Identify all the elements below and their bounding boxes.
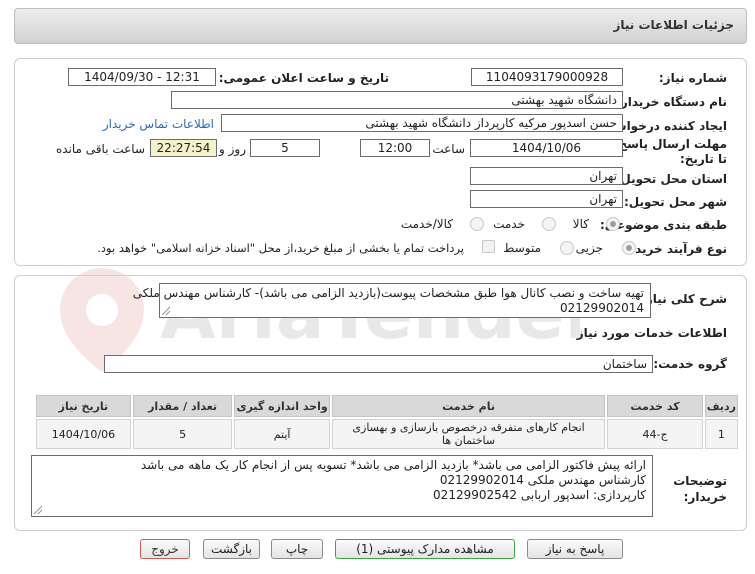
cell-code: ج-44 xyxy=(607,419,703,449)
province-label: استان محل تحویل: xyxy=(615,172,727,186)
buyer-org-label: نام دستگاه خریدار: xyxy=(616,95,727,109)
description-line-2: 02129902014 xyxy=(560,301,644,315)
col-qty: تعداد / مقدار xyxy=(132,395,233,417)
deadline-days-label: روز و xyxy=(219,142,246,156)
radio-goods-service-label: کالا/خدمت xyxy=(400,217,453,231)
col-index: ردیف xyxy=(704,395,738,417)
cell-name: انجام کارهای متفرقه درخصوص بازسازی و بهس… xyxy=(331,419,606,449)
radio-service-label: خدمت xyxy=(493,217,525,231)
exit-button[interactable]: خروج xyxy=(140,539,190,559)
buyer-contact-link[interactable]: اطلاعات تماس خریدار xyxy=(103,117,214,131)
city-label: شهر محل تحویل: xyxy=(623,195,727,209)
page-title: جزئیات اطلاعات نیاز xyxy=(613,18,734,32)
deadline-time-field: 12:00 xyxy=(360,139,430,157)
page-header: جزئیات اطلاعات نیاز xyxy=(14,8,747,44)
col-code: کد خدمت xyxy=(607,395,703,417)
buyer-notes-line-2: کارشناس مهندس ملکی 02129902014 xyxy=(439,473,646,487)
cell-qty: 5 xyxy=(132,419,233,449)
table-header-row: ردیف کد خدمت نام خدمت واحد اندازه گیری ت… xyxy=(36,395,738,417)
view-attachments-button[interactable]: مشاهده مدارک پیوستی (1) xyxy=(335,539,515,559)
deadline-date-field: 1404/10/06 xyxy=(470,139,623,157)
buyer-org-field: دانشگاه شهید بهشتی xyxy=(171,91,623,109)
announce-datetime-label: تاریخ و ساعت اعلان عمومی: xyxy=(218,71,389,85)
service-group-field: ساختمان xyxy=(104,355,653,373)
radio-service[interactable] xyxy=(542,217,556,231)
services-section-title: اطلاعات خدمات مورد نیاز xyxy=(576,326,727,340)
description-label: شرح کلی نیاز: xyxy=(641,292,727,306)
print-button[interactable]: چاپ xyxy=(271,539,323,559)
cell-index: 1 xyxy=(704,419,738,449)
process-label: نوع فرآیند خرید : xyxy=(626,242,727,256)
treasury-note: پرداخت تمام یا بخشی از مبلغ خرید،از محل … xyxy=(97,241,464,255)
buyer-notes-line-3: کارپردازی: اسدپور اربابی 02129902542 xyxy=(433,488,646,502)
requester-field: حسن اسدپور مرکیه کارپرداز دانشگاه شهید ب… xyxy=(221,114,623,132)
deadline-label: مهلت ارسال پاسخ: تا تاریخ: xyxy=(613,137,727,166)
description-textarea: تهیه ساخت و نصب کانال هوا طبق مشخصات پیو… xyxy=(132,283,651,318)
radio-medium[interactable] xyxy=(560,241,574,255)
deadline-days-field: 5 xyxy=(250,139,320,157)
buyer-notes-line-1: ارائه پیش فاکتور الزامی می باشد* بازدید … xyxy=(140,458,646,472)
reply-button[interactable]: پاسخ به نیاز xyxy=(527,539,623,559)
table-row: 1 ج-44 انجام کارهای متفرقه درخصوص بازساز… xyxy=(36,419,738,449)
back-button[interactable]: بازگشت xyxy=(203,539,260,559)
service-group-label: گروه خدمت: xyxy=(653,357,727,371)
buyer-notes-textarea: ارائه پیش فاکتور الزامی می باشد* بازدید … xyxy=(31,455,653,517)
remaining-time-label: ساعت باقی مانده xyxy=(55,142,145,156)
radio-goods[interactable] xyxy=(606,217,620,231)
radio-medium-label: متوسط xyxy=(503,241,541,255)
province-field: تهران xyxy=(470,167,623,185)
radio-minor[interactable] xyxy=(622,241,636,255)
deadline-time-label: ساعت xyxy=(432,142,465,156)
col-unit: واحد اندازه گیری xyxy=(234,395,330,417)
description-line-1: تهیه ساخت و نصب کانال هوا طبق مشخصات پیو… xyxy=(132,286,644,300)
col-date: تاریخ نیاز xyxy=(36,395,131,417)
need-number-label: شماره نیاز: xyxy=(658,71,727,85)
city-field: تهران xyxy=(470,190,623,208)
treasury-checkbox[interactable] xyxy=(482,240,495,253)
radio-goods-service[interactable] xyxy=(470,217,484,231)
radio-minor-label: جزیی xyxy=(575,241,603,255)
radio-goods-label: کالا xyxy=(572,217,589,231)
need-number-field: 1104093179000928 xyxy=(471,68,623,86)
remaining-time-field: 22:27:54 xyxy=(150,139,217,157)
cell-date: 1404/10/06 xyxy=(36,419,131,449)
resize-handle[interactable] xyxy=(162,307,170,315)
services-table: ردیف کد خدمت نام خدمت واحد اندازه گیری ت… xyxy=(34,393,740,451)
announce-datetime-field: 1404/09/30 - 12:31 xyxy=(68,68,216,86)
cell-unit: آیتم xyxy=(234,419,330,449)
resize-handle[interactable] xyxy=(34,506,42,514)
buyer-notes-label: توضیحات خریدار: xyxy=(673,474,727,504)
col-name: نام خدمت xyxy=(331,395,606,417)
